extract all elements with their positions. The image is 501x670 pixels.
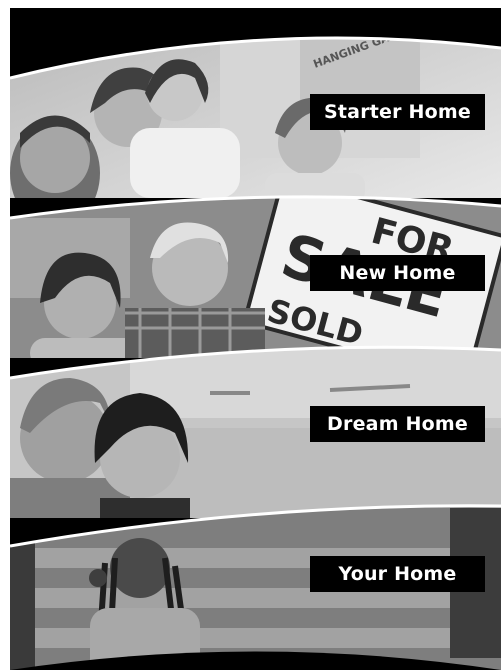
home-stages-collage: HANGING GARMENT Starter Home FOR SOLD Ne… xyxy=(10,8,501,670)
flyer-page: HANGING GARMENT Starter Home FOR SOLD Ne… xyxy=(0,0,501,670)
panel-your-home: Your Home xyxy=(10,488,501,670)
panel-starter-home: HANGING GARMENT Starter Home xyxy=(10,8,501,198)
label-starter-home: Starter Home xyxy=(310,94,485,130)
panel-new-home: FOR SALE SOLD New Home xyxy=(10,188,501,358)
label-your-home: Your Home xyxy=(310,556,485,592)
label-dream-home: Dream Home xyxy=(310,406,485,442)
label-new-home: New Home xyxy=(310,255,485,291)
